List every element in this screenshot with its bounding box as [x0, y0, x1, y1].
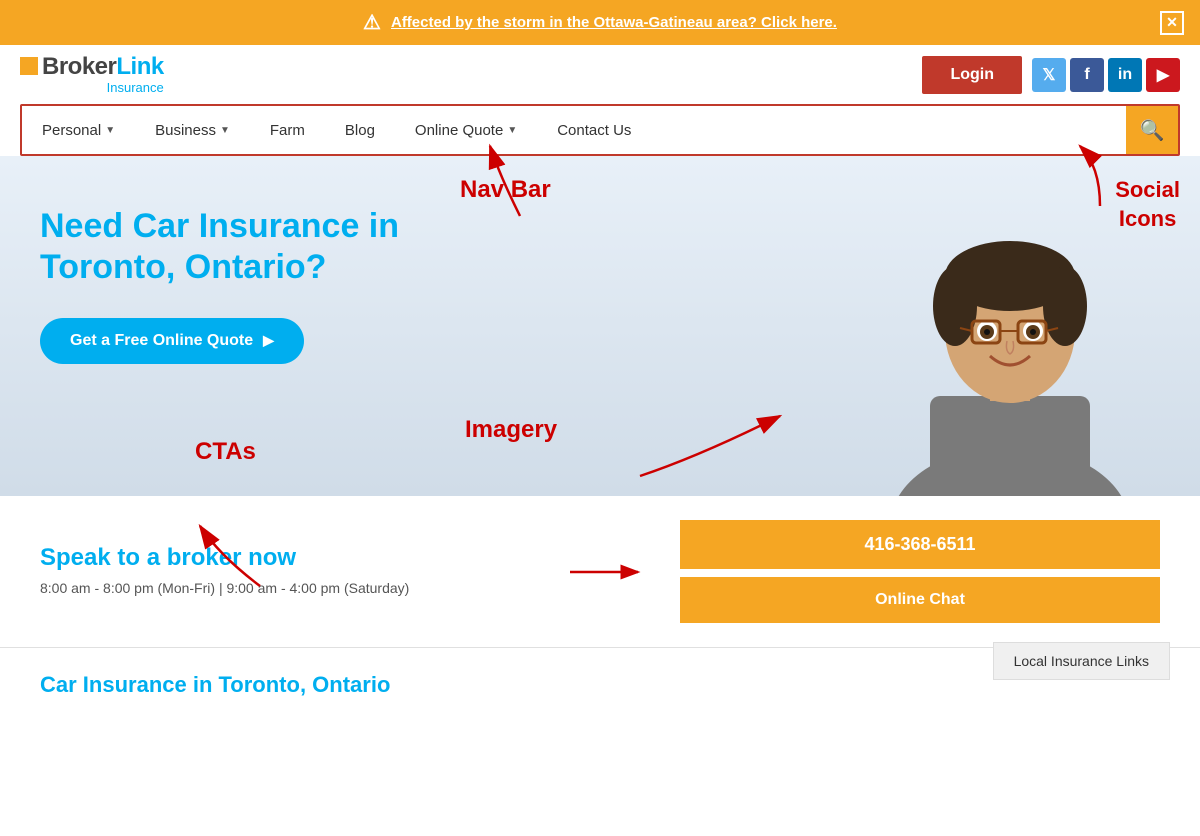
- contact-hours: 8:00 am - 8:00 pm (Mon-Fri) | 9:00 am - …: [40, 578, 540, 599]
- contact-title: Speak to a broker now: [40, 544, 540, 572]
- imagery-annotation: Imagery: [465, 416, 557, 444]
- hero-section: Need Car Insurance in Toronto, Ontario? …: [0, 156, 1200, 496]
- ctas-annotation: CTAs: [195, 438, 256, 466]
- social-icons-annotation: SocialIcons: [1115, 176, 1180, 233]
- alert-banner: ⚠ Affected by the storm in the Ottawa-Ga…: [0, 0, 1200, 45]
- page-wrapper: ⚠ Affected by the storm in the Ottawa-Ga…: [0, 0, 1200, 722]
- header-right: Login 𝕏 f in ▶: [922, 56, 1180, 94]
- alert-content: ⚠ Affected by the storm in the Ottawa-Ga…: [363, 10, 837, 35]
- nav-online-quote-label: Online Quote: [415, 122, 503, 139]
- nav-bar-annotation: Nav Bar: [460, 176, 551, 204]
- hero-title: Need Car Insurance in Toronto, Ontario?: [40, 206, 540, 288]
- nav-business[interactable]: Business ▼: [135, 108, 250, 153]
- nav-contact-us[interactable]: Contact Us: [537, 108, 651, 153]
- contact-actions: 416-368-6511 Online Chat: [680, 520, 1160, 623]
- bottom-section: Car Insurance in Toronto, Ontario Local …: [0, 648, 1200, 722]
- navbar: Personal ▼ Business ▼ Farm Blog Online Q…: [22, 106, 1178, 154]
- nav-online-quote[interactable]: Online Quote ▼: [395, 108, 537, 153]
- youtube-icon[interactable]: ▶: [1146, 58, 1180, 92]
- local-links-button[interactable]: Local Insurance Links: [993, 642, 1170, 680]
- alert-icon: ⚠: [363, 10, 381, 35]
- nav-personal[interactable]: Personal ▼: [22, 108, 135, 153]
- contact-strip: Speak to a broker now 8:00 am - 8:00 pm …: [0, 496, 1200, 648]
- free-quote-button[interactable]: Get a Free Online Quote ▶: [40, 318, 304, 364]
- phone-button[interactable]: 416-368-6511: [680, 520, 1160, 569]
- facebook-icon[interactable]: f: [1070, 58, 1104, 92]
- logo-area: BrokerLink Insurance: [20, 55, 164, 94]
- online-quote-chevron-icon: ▼: [507, 125, 517, 136]
- bottom-title: Car Insurance in Toronto, Ontario: [40, 672, 390, 698]
- contact-arrow-svg: [570, 557, 650, 587]
- cta-label: Get a Free Online Quote: [70, 332, 253, 350]
- nav-farm-label: Farm: [270, 122, 305, 139]
- logo-brokerlink[interactable]: BrokerLink: [20, 55, 164, 79]
- logo-square-icon: [20, 57, 38, 75]
- hero-container: Need Car Insurance in Toronto, Ontario? …: [0, 156, 1200, 496]
- business-chevron-icon: ▼: [220, 125, 230, 136]
- chat-button[interactable]: Online Chat: [680, 577, 1160, 623]
- contact-arrow-area: [570, 557, 650, 587]
- twitter-icon[interactable]: 𝕏: [1032, 58, 1066, 92]
- search-icon: 🔍: [1140, 118, 1165, 143]
- hero-content: Need Car Insurance in Toronto, Ontario? …: [40, 206, 540, 364]
- login-button[interactable]: Login: [922, 56, 1022, 94]
- linkedin-icon[interactable]: in: [1108, 58, 1142, 92]
- header: BrokerLink Insurance Login 𝕏 f in ▶: [0, 45, 1200, 94]
- logo-insurance-text: Insurance: [20, 81, 164, 94]
- nav-contact-us-label: Contact Us: [557, 122, 631, 139]
- cta-arrow-icon: ▶: [263, 332, 274, 349]
- social-icons: 𝕏 f in ▶: [1032, 58, 1180, 92]
- nav-blog-label: Blog: [345, 122, 375, 139]
- nav-blog[interactable]: Blog: [325, 108, 395, 153]
- nav-personal-label: Personal: [42, 122, 101, 139]
- alert-text[interactable]: Affected by the storm in the Ottawa-Gati…: [391, 14, 837, 31]
- nav-search-button[interactable]: 🔍: [1126, 106, 1178, 154]
- nav-business-label: Business: [155, 122, 216, 139]
- nav-farm[interactable]: Farm: [250, 108, 325, 153]
- alert-close-button[interactable]: ✕: [1160, 11, 1184, 35]
- contact-info: Speak to a broker now 8:00 am - 8:00 pm …: [40, 544, 540, 599]
- navbar-wrapper: Personal ▼ Business ▼ Farm Blog Online Q…: [20, 104, 1180, 156]
- personal-chevron-icon: ▼: [105, 125, 115, 136]
